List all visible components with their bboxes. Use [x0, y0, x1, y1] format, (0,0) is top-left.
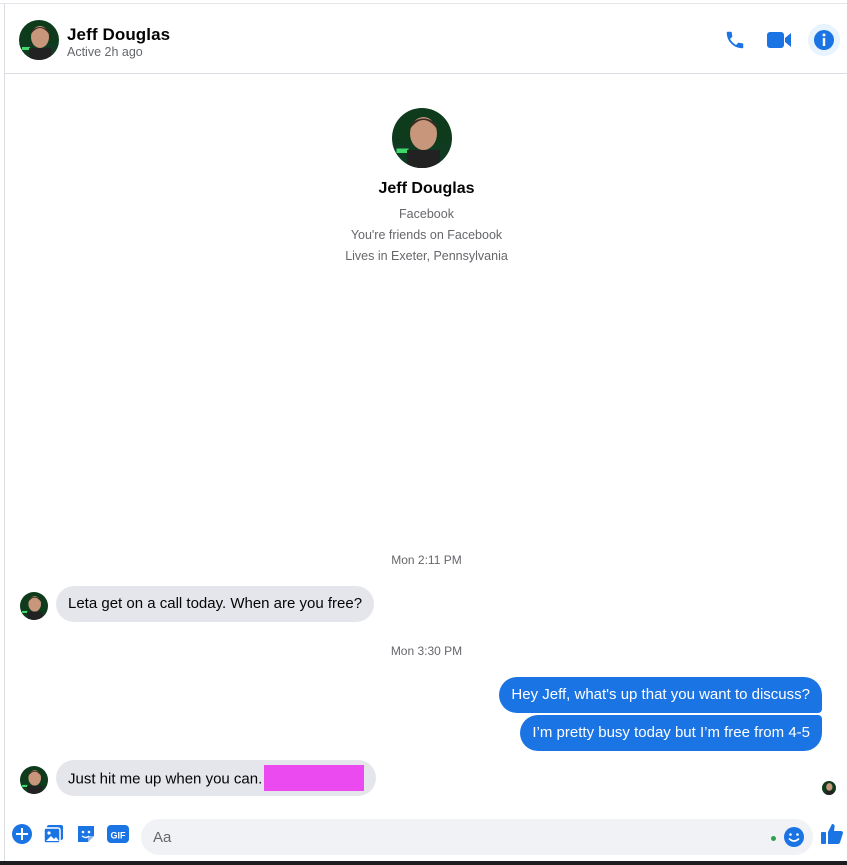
- info-icon[interactable]: [808, 24, 840, 56]
- contact-name[interactable]: Jeff Douglas: [67, 25, 170, 45]
- message-avatar[interactable]: [20, 592, 48, 620]
- video-icon[interactable]: [766, 27, 792, 53]
- incoming-message[interactable]: Just hit me up when you can.: [56, 760, 377, 796]
- active-status: Active 2h ago: [67, 45, 143, 59]
- chat-window: Jeff Douglas Active 2h ago Jeff Douglas …: [4, 4, 847, 865]
- sticker-icon[interactable]: [74, 822, 98, 846]
- timestamp: Mon 3:30 PM: [390, 644, 463, 658]
- plus-icon[interactable]: [10, 822, 34, 846]
- outgoing-message[interactable]: I’m pretty busy today but I’m free from …: [520, 715, 822, 751]
- outgoing-message[interactable]: Hey Jeff, what's up that you want to dis…: [499, 677, 822, 713]
- intro-avatar[interactable]: [392, 108, 452, 168]
- chat-header: Jeff Douglas Active 2h ago: [5, 8, 847, 74]
- emoji-icon[interactable]: [783, 826, 805, 848]
- intro-friendship: You're friends on Facebook: [350, 228, 503, 242]
- message-avatar[interactable]: [20, 766, 48, 794]
- gif-label: GIF: [111, 831, 127, 841]
- gif-icon[interactable]: GIF: [106, 822, 130, 846]
- thumbs-up-icon[interactable]: [820, 822, 844, 846]
- status-dot: [771, 836, 776, 841]
- timestamp: Mon 2:11 PM: [391, 553, 462, 567]
- intro-name: Jeff Douglas: [378, 180, 475, 197]
- intro-platform: Facebook: [399, 207, 454, 221]
- incoming-message[interactable]: Leta get on a call today. When are you f…: [56, 586, 375, 622]
- photo-icon[interactable]: [42, 822, 66, 846]
- message-text: Just hit me up when you can.: [68, 770, 263, 788]
- intro-location: Lives in Exeter, Pennsylvania: [345, 249, 508, 263]
- contact-avatar[interactable]: [19, 20, 59, 60]
- read-receipt-avatar: [822, 781, 836, 795]
- message-input[interactable]: [141, 819, 751, 855]
- message-composer: GIF: [5, 810, 847, 865]
- window-bottom-edge: [0, 861, 847, 865]
- redaction-block: [264, 765, 365, 791]
- message-input-wrapper: [141, 819, 813, 855]
- phone-icon[interactable]: [722, 27, 748, 53]
